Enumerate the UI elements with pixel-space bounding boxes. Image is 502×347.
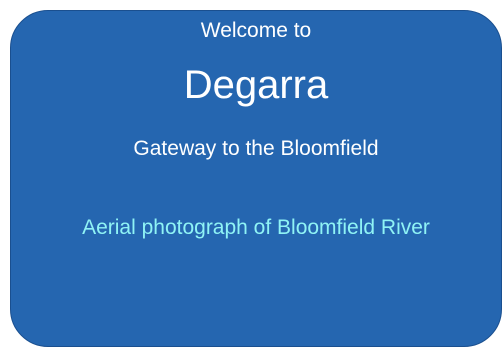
tagline-text: Gateway to the Bloomfield — [133, 137, 379, 160]
welcome-sign-panel: Welcome to Degarra Gateway to the Bloomf… — [10, 10, 502, 347]
welcome-text: Welcome to — [200, 19, 312, 42]
photo-caption-link[interactable]: Aerial photograph of Bloomfield River — [11, 216, 501, 240]
town-name-heading: Degarra — [183, 63, 329, 107]
